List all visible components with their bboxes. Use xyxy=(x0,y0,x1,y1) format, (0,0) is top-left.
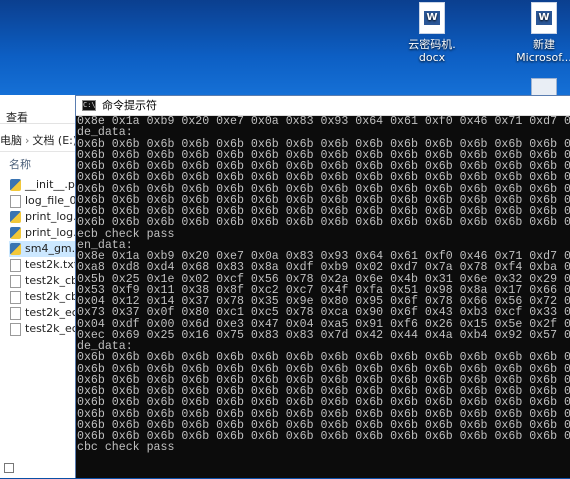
python-file-icon xyxy=(10,179,21,191)
console-output[interactable]: 0x8e 0x1a 0xb9 0x20 0xe7 0x0a 0x83 0x93 … xyxy=(76,116,570,479)
file-item[interactable]: print_log.py xyxy=(9,209,79,225)
file-name: print_log.py xyxy=(25,226,79,239)
cmd-icon: C:\ xyxy=(82,100,96,111)
file-item[interactable]: test2k_ecb_ xyxy=(9,305,79,321)
desktop-icon-label-line2: Microsof... xyxy=(516,51,570,64)
breadcrumb-computer[interactable]: 电脑 xyxy=(0,134,22,147)
console-line: cbc check pass xyxy=(77,441,175,455)
desktop-icon-label-line1: 新建 xyxy=(533,38,555,51)
ribbon-tab-view[interactable]: 查看 xyxy=(6,109,28,125)
file-item[interactable]: test2k_cbc_ xyxy=(9,289,79,305)
chevron-right-icon: › xyxy=(25,134,30,147)
console-line: 0x6b 0x6b 0x6b 0x6b 0x6b 0x6b 0x6b 0x6b … xyxy=(77,351,570,365)
command-prompt-window[interactable]: C:\ 命令提示符 0x8e 0x1a 0xb9 0x20 0xe7 0x0a … xyxy=(75,95,570,478)
window-title-bar[interactable]: C:\ 命令提示符 xyxy=(76,96,570,116)
status-bar xyxy=(0,458,80,478)
file-item[interactable]: print_log.py xyxy=(9,225,79,241)
console-line: de_data: xyxy=(77,126,133,140)
file-item[interactable]: test2k_ecb_ xyxy=(9,321,79,337)
desktop-icon-label-line1: 云密码机. xyxy=(408,38,456,51)
file-item-selected[interactable]: sm4_gm.py xyxy=(9,241,79,257)
python-file-icon xyxy=(10,211,21,223)
window-title: 命令提示符 xyxy=(102,99,157,112)
console-line: 0x8e 0x1a 0xb9 0x20 0xe7 0x0a 0x83 0x93 … xyxy=(77,116,570,128)
view-details-icon[interactable] xyxy=(4,463,14,473)
text-file-icon xyxy=(10,307,21,320)
desktop-icon-label-line2: docx xyxy=(418,51,446,64)
file-item[interactable]: log_file_0.txt xyxy=(9,193,79,209)
console-line: 0x6b 0x6b 0x6b 0x6b 0x6b 0x6b 0x6b 0x6b … xyxy=(77,171,570,185)
file-name: sm4_gm.py xyxy=(25,242,79,255)
console-line: 0x6b 0x6b 0x6b 0x6b 0x6b 0x6b 0x6b 0x6b … xyxy=(77,396,570,410)
console-line: 0xec 0x69 0x25 0x16 0x75 0x83 0x83 0x7d … xyxy=(77,328,570,342)
file-list: __init__.py log_file_0.txt print_log.py … xyxy=(9,177,79,337)
file-name: test2k_cbc_ xyxy=(25,274,79,287)
desktop-icon-docx[interactable]: W 云密码机. docx xyxy=(402,2,462,64)
text-file-icon xyxy=(10,195,21,208)
text-file-icon xyxy=(10,323,21,336)
file-name: test2k_cbc_ xyxy=(25,290,79,303)
file-name: log_file_0.txt xyxy=(25,194,79,207)
column-header-name[interactable]: 名称 xyxy=(9,156,31,172)
file-item[interactable]: test2k.txt xyxy=(9,257,79,273)
address-bar[interactable]: 电脑 › 文档 (E:) xyxy=(0,131,80,151)
python-file-icon xyxy=(10,227,21,239)
divider xyxy=(0,151,80,152)
breadcrumb-drive[interactable]: 文档 (E:) xyxy=(32,134,77,147)
word-document-icon: W xyxy=(419,2,445,34)
console-line: 0xa8 0xd8 0xd4 0x68 0x83 0x8a 0xdf 0xb9 … xyxy=(77,261,570,275)
file-item[interactable]: test2k_cbc_ xyxy=(9,273,79,289)
console-line: ecb check pass xyxy=(77,227,175,241)
text-file-icon xyxy=(10,259,21,272)
file-name: test2k.txt xyxy=(25,258,79,271)
desktop-icon-new-word[interactable]: W 新建 Microsof... xyxy=(514,2,570,64)
file-name: print_log.py xyxy=(25,210,79,223)
file-name: test2k_ecb_ xyxy=(25,322,79,335)
file-name: test2k_ecb_ xyxy=(25,306,79,319)
console-line: 0x73 0x37 0x0f 0x80 0xc1 0xc5 0x78 0xca … xyxy=(77,306,570,320)
python-file-icon xyxy=(10,243,21,255)
text-file-icon xyxy=(10,291,21,304)
text-file-icon xyxy=(10,275,21,288)
file-name: __init__.py xyxy=(25,178,79,191)
word-document-icon: W xyxy=(531,2,557,34)
file-item[interactable]: __init__.py xyxy=(9,177,79,193)
desktop-background: W 云密码机. docx W 新建 Microsof... xyxy=(0,0,570,97)
console-line: 0x6b 0x6b 0x6b 0x6b 0x6b 0x6b 0x6b 0x6b … xyxy=(77,216,570,230)
